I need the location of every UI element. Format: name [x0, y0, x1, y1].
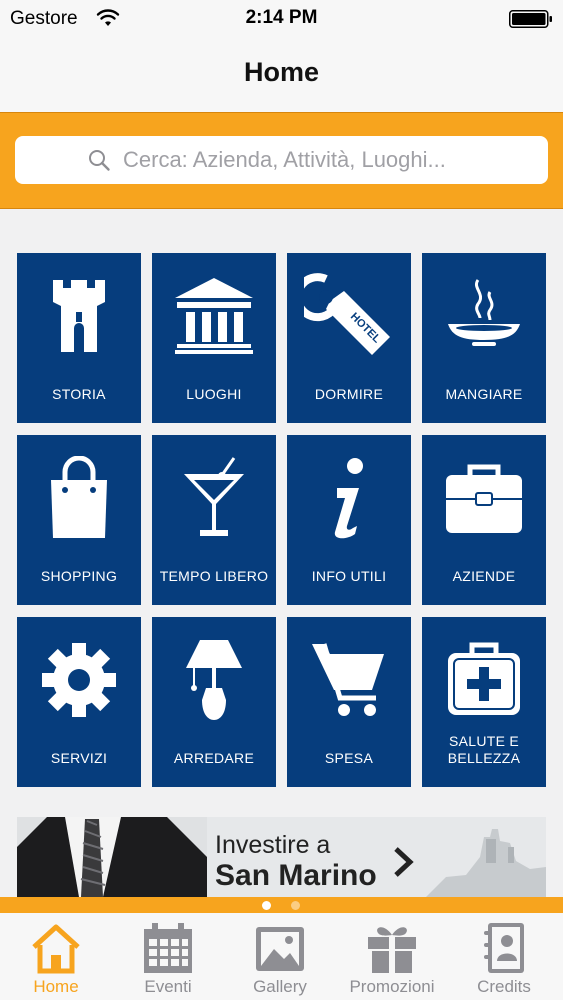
status-time: 2:14 PM	[245, 7, 318, 28]
building-icon	[175, 278, 253, 354]
tower-icon	[53, 280, 105, 352]
tile-label: SHOPPING	[40, 568, 118, 584]
battery-icon	[509, 10, 552, 28]
tile-luoghi[interactable]: LUOGHI	[152, 253, 276, 423]
page-dot-active[interactable]	[262, 901, 271, 910]
tile-tempo-libero[interactable]: TEMPO LIBERO	[152, 435, 276, 605]
tile-dormire[interactable]: HOTEL DORMIRE	[287, 253, 411, 423]
picture-icon	[256, 927, 304, 971]
tile-info-utili[interactable]: INFO UTILI	[287, 435, 411, 605]
promo-banner[interactable]: Investire a San Marino	[17, 817, 546, 897]
banner-text-line2: San Marino	[215, 859, 377, 892]
tab-label: Eventi	[144, 977, 192, 996]
tile-arredare[interactable]: ARREDARE	[152, 617, 276, 787]
shopping-bag-icon	[51, 456, 107, 538]
app-screen: Gestore 2:14 PM Home Cerca: Azienda, Att…	[0, 0, 563, 1000]
tile-servizi[interactable]: SERVIZI	[17, 617, 141, 787]
tile-label: TEMPO LIBERO	[159, 568, 269, 584]
gear-icon	[42, 643, 116, 717]
tab-bar: Home Eventi Gallery Promozioni Credits	[0, 913, 563, 1000]
tab-eventi[interactable]: Eventi	[112, 913, 224, 1000]
search-input[interactable]	[123, 142, 533, 178]
category-grid: STORIA LUOGHI HOTEL DORMIRE MANGIARE SHO…	[17, 253, 546, 787]
tile-spesa[interactable]: SPESA	[287, 617, 411, 787]
tile-shopping[interactable]: SHOPPING	[17, 435, 141, 605]
tab-label: Promozioni	[349, 977, 435, 996]
home-icon	[32, 924, 80, 974]
tile-aziende[interactable]: AZIENDE	[422, 435, 546, 605]
search-bar	[0, 112, 563, 209]
businessman-photo	[17, 817, 207, 897]
tile-label: DORMIRE	[314, 386, 384, 402]
first-aid-icon	[448, 642, 520, 715]
tile-mangiare[interactable]: MANGIARE	[422, 253, 546, 423]
tab-home[interactable]: Home	[0, 913, 112, 1000]
tile-label: STORIA	[52, 386, 106, 402]
page-dot[interactable]	[291, 901, 300, 910]
contacts-book-icon	[484, 923, 524, 973]
page-title: Home	[243, 57, 319, 87]
tab-label: Home	[33, 977, 79, 996]
lamp-icon	[186, 640, 242, 720]
status-bar: Gestore 2:14 PM	[0, 0, 563, 38]
tab-gallery[interactable]: Gallery	[224, 913, 336, 1000]
tab-label: Gallery	[253, 977, 307, 996]
chevron-right-icon	[394, 847, 414, 877]
banner-text-line1: Investire a	[215, 831, 331, 859]
tile-salute-bellezza[interactable]: SALUTE E BELLEZZA	[422, 617, 546, 787]
tile-label: SPESA	[324, 750, 374, 766]
hotel-tag-icon: HOTEL	[304, 273, 390, 355]
search-field[interactable]	[15, 136, 548, 184]
calendar-icon	[144, 923, 192, 973]
hot-dish-icon	[448, 279, 520, 346]
gift-icon	[368, 927, 416, 973]
tile-label: ARREDARE	[173, 750, 255, 766]
tile-label: MANGIARE	[445, 386, 523, 402]
tab-label: Credits	[477, 977, 531, 996]
cart-icon	[312, 643, 384, 716]
tab-promozioni[interactable]: Promozioni	[336, 913, 448, 1000]
tile-label: INFO UTILI	[311, 568, 387, 584]
info-icon	[334, 458, 363, 539]
pager-strip	[0, 897, 563, 913]
tile-label: SERVIZI	[50, 750, 108, 766]
tile-storia[interactable]: STORIA	[17, 253, 141, 423]
cocktail-icon	[184, 457, 244, 536]
tile-label: LUOGHI	[186, 386, 242, 402]
navigation-bar: Home	[0, 38, 563, 112]
briefcase-icon	[446, 464, 522, 533]
castle-silhouette	[426, 829, 546, 897]
search-icon	[89, 150, 110, 171]
tile-label: AZIENDE	[452, 568, 516, 584]
tab-credits[interactable]: Credits	[448, 913, 560, 1000]
tile-label: SALUTE E BELLEZZA	[447, 733, 521, 766]
